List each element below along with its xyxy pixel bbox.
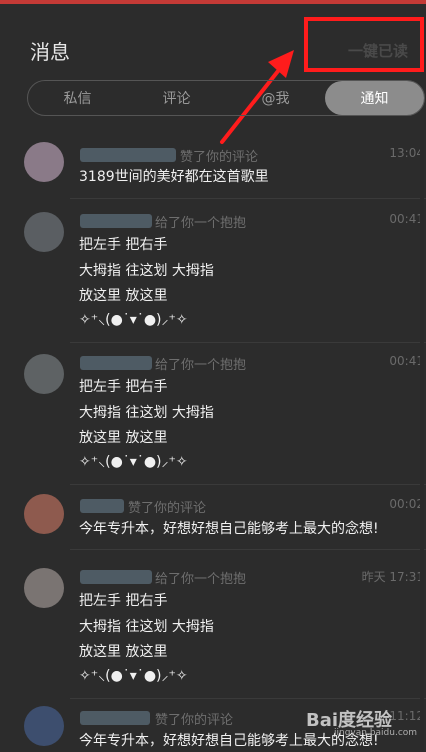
notification-text: 把左手 把右手	[79, 593, 168, 609]
notification-action: 给了你一个抱抱	[155, 572, 247, 587]
notification-text: 放这里 放这里	[79, 430, 168, 446]
notification-text: ✧⁺⸜(●˙▾˙●)⸝⁺✧	[79, 668, 188, 684]
divider	[70, 342, 426, 343]
avatar[interactable]	[24, 142, 64, 182]
tab-bar: 私信 评论 @我 通知	[27, 80, 425, 116]
notification-time: 昨天 17:31	[361, 570, 424, 584]
notification-item[interactable]: 给了你一个抱抱 昨天 17:31 把左手 把右手 大拇指 往这划 大拇指 放这里…	[0, 560, 426, 700]
notification-time: 00:02	[389, 497, 424, 511]
avatar[interactable]	[24, 494, 64, 534]
notification-text: 放这里 放这里	[79, 288, 168, 304]
divider	[70, 698, 426, 699]
tab-comments[interactable]: 评论	[127, 81, 226, 115]
notification-item[interactable]: 赞了你的评论 13:04 3189世间的美好都在这首歌里	[0, 140, 426, 200]
notification-action: 赞了你的评论	[128, 501, 207, 516]
tab-mentions[interactable]: @我	[226, 81, 325, 115]
notification-text: 把左手 把右手	[79, 237, 168, 253]
tab-private-messages[interactable]: 私信	[28, 81, 127, 115]
watermark-url: jingyan.baidu.com	[334, 728, 418, 738]
avatar[interactable]	[24, 212, 64, 252]
avatar[interactable]	[24, 354, 64, 394]
divider	[70, 198, 426, 199]
blurred-username[interactable]	[80, 214, 152, 228]
avatar[interactable]	[24, 568, 64, 608]
notification-text: 大拇指 往这划 大拇指	[79, 619, 214, 635]
notification-item[interactable]: 给了你一个抱抱 00:41 把左手 把右手 大拇指 往这划 大拇指 放这里 放这…	[0, 346, 426, 486]
notification-text: 大拇指 往这划 大拇指	[79, 405, 214, 421]
notification-text: 放这里 放这里	[79, 644, 168, 660]
blurred-username[interactable]	[80, 711, 150, 725]
notification-action: 赞了你的评论	[155, 713, 234, 728]
notification-item[interactable]: 给了你一个抱抱 00:41 把左手 把右手 大拇指 往这划 大拇指 放这里 放这…	[0, 204, 426, 344]
notification-action: 赞了你的评论	[180, 150, 259, 165]
notification-time: 00:41	[389, 354, 424, 368]
tab-notifications[interactable]: 通知	[325, 81, 424, 115]
scrollbar[interactable]	[420, 130, 424, 750]
notification-action: 给了你一个抱抱	[155, 216, 247, 231]
blurred-username[interactable]	[80, 570, 152, 584]
divider	[70, 549, 426, 550]
notification-action: 给了你一个抱抱	[155, 358, 247, 373]
notification-time: 00:41	[389, 212, 424, 226]
avatar[interactable]	[24, 706, 64, 746]
blurred-username[interactable]	[80, 499, 124, 513]
notification-text: ✧⁺⸜(●˙▾˙●)⸝⁺✧	[79, 454, 188, 470]
notification-text: 把左手 把右手	[79, 379, 168, 395]
blurred-username[interactable]	[80, 148, 176, 162]
blurred-username[interactable]	[80, 356, 152, 370]
notification-text: 大拇指 往这划 大拇指	[79, 263, 214, 279]
notification-time: 11:12	[389, 709, 424, 723]
notification-text: ✧⁺⸜(●˙▾˙●)⸝⁺✧	[79, 312, 188, 328]
notification-text: 3189世间的美好都在这首歌里	[79, 169, 269, 185]
notification-text: 今年专升本，好想好想自己能够考上最大的念想!	[79, 521, 379, 537]
notification-item[interactable]: 赞了你的评论 00:02 今年专升本，好想好想自己能够考上最大的念想!	[0, 490, 426, 550]
notification-time: 13:04	[389, 146, 424, 160]
divider	[70, 484, 426, 485]
